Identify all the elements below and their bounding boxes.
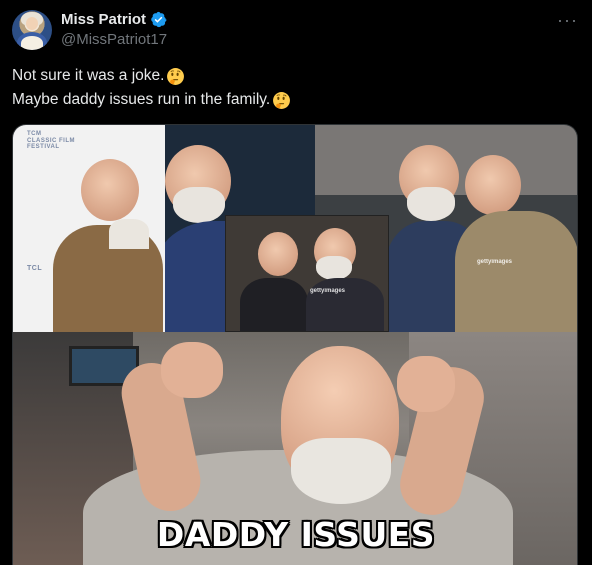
more-options-icon[interactable]: ··· <box>557 10 578 31</box>
older-man-head <box>81 159 139 221</box>
meme-man-left-fist <box>161 342 223 398</box>
avatar-face <box>26 17 38 30</box>
thinking-face-emoji-icon <box>273 91 291 109</box>
festival-logo-text: FESTIVAL <box>27 144 60 150</box>
post-text-line-1: Not sure it was a joke. <box>12 64 572 88</box>
meme-image: DADDY ISSUES <box>13 332 577 565</box>
getty-watermark: gettyimages <box>310 288 346 294</box>
post-text-line-2: Maybe daddy issues run in the family. <box>12 88 572 112</box>
post-text: Not sure it was a joke. Maybe daddy issu… <box>12 64 572 112</box>
bearded-man-beard <box>407 187 455 221</box>
post-media-image[interactable]: TCM CLASSIC FILM FESTIVAL TCL gettyimage… <box>12 124 578 565</box>
avatar[interactable] <box>12 10 52 50</box>
festival-logo-text: TCM <box>27 131 42 137</box>
thinking-face-emoji-icon <box>167 67 185 85</box>
older-man-head <box>258 232 298 276</box>
photo-collage: TCM CLASSIC FILM FESTIVAL TCL gettyimage… <box>13 125 577 332</box>
author-handle[interactable]: @MissPatriot17 <box>61 31 167 48</box>
author-name-row: Miss Patriot <box>61 11 167 28</box>
older-man-suit <box>240 278 308 331</box>
bearded-man-beard <box>173 187 225 223</box>
festival-logo-text: TCL <box>27 265 43 272</box>
post-text-line-1-content: Not sure it was a joke. <box>12 67 165 84</box>
meme-man-right-fist <box>397 356 455 412</box>
older-man-head <box>465 155 521 215</box>
post-text-line-2-content: Maybe daddy issues run in the family. <box>12 91 271 108</box>
getty-watermark: gettyimages <box>477 259 513 265</box>
older-man-collar <box>109 219 149 249</box>
meme-man-beard <box>291 438 391 504</box>
collage-photo-center: gettyimages <box>225 215 389 332</box>
avatar-dress <box>17 32 47 50</box>
older-man-jacket <box>455 211 577 332</box>
author-display-name[interactable]: Miss Patriot <box>61 11 146 28</box>
collage-photo-left: TCM CLASSIC FILM FESTIVAL TCL <box>13 125 165 332</box>
verified-badge-icon[interactable] <box>150 11 167 28</box>
bearded-man-suit <box>306 278 384 331</box>
bearded-man-beard <box>316 256 352 280</box>
meme-caption: DADDY ISSUES <box>156 515 436 554</box>
